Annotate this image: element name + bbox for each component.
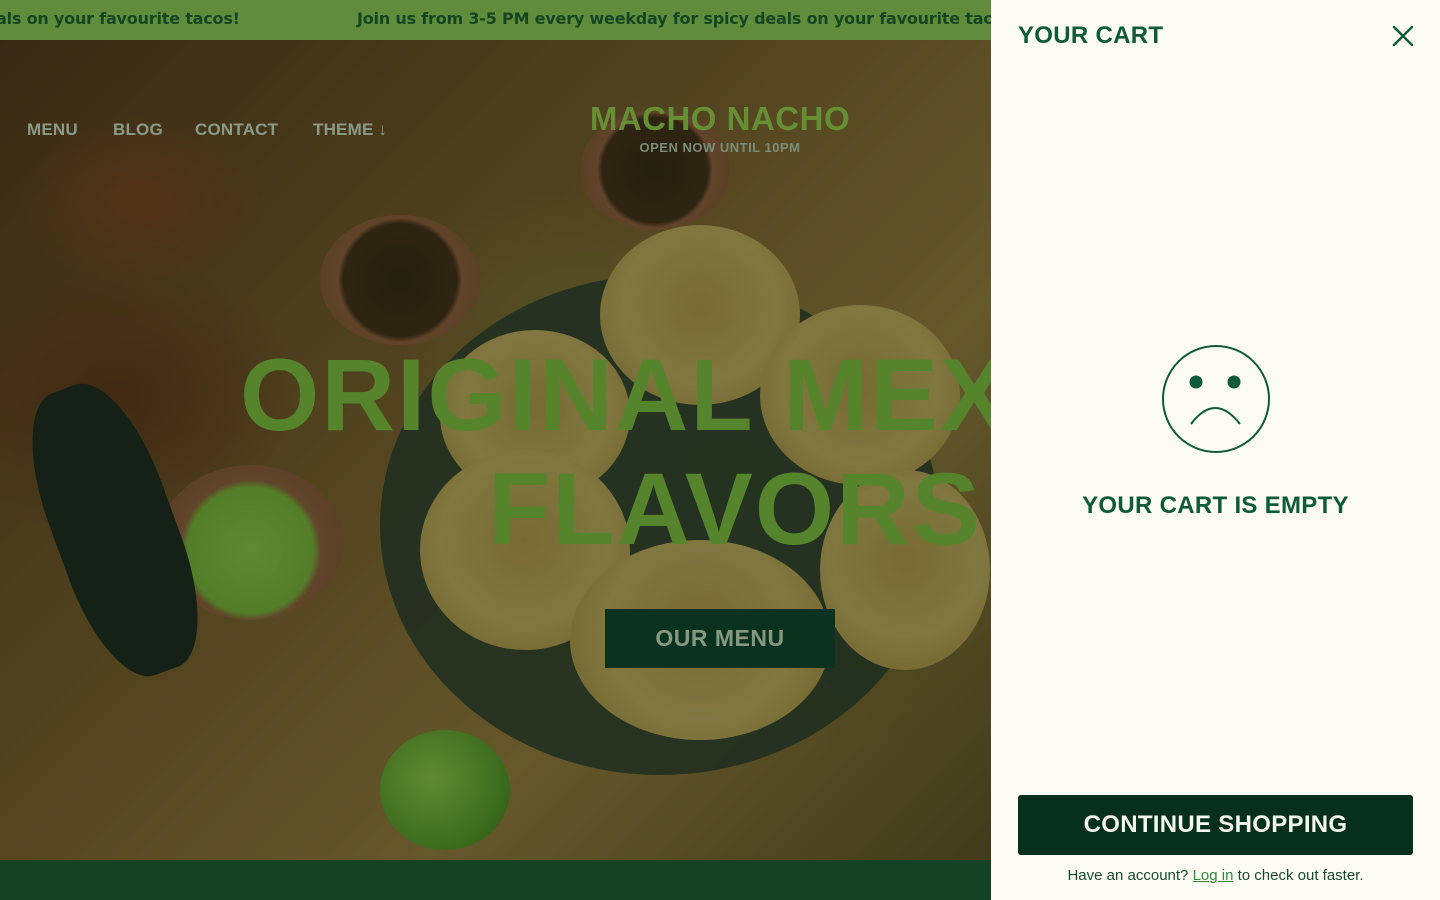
- account-prompt-text: Have an account?: [1067, 867, 1189, 884]
- account-prompt-suffix: to check out faster.: [1237, 867, 1364, 884]
- empty-cart-message: YOUR CART IS EMPTY: [1082, 492, 1349, 519]
- cart-title: YOUR CART: [1018, 22, 1164, 49]
- sad-face-icon: [1162, 345, 1270, 453]
- continue-shopping-button[interactable]: CONTINUE SHOPPING: [1018, 795, 1413, 855]
- account-prompt: Have an account? Log in to check out fas…: [991, 867, 1440, 884]
- login-link[interactable]: Log in: [1193, 867, 1234, 884]
- close-cart-button[interactable]: [1389, 22, 1417, 50]
- cart-drawer: YOUR CART YOUR CART IS EMPTY CONTINUE SH…: [991, 0, 1440, 900]
- close-icon: [1392, 25, 1414, 47]
